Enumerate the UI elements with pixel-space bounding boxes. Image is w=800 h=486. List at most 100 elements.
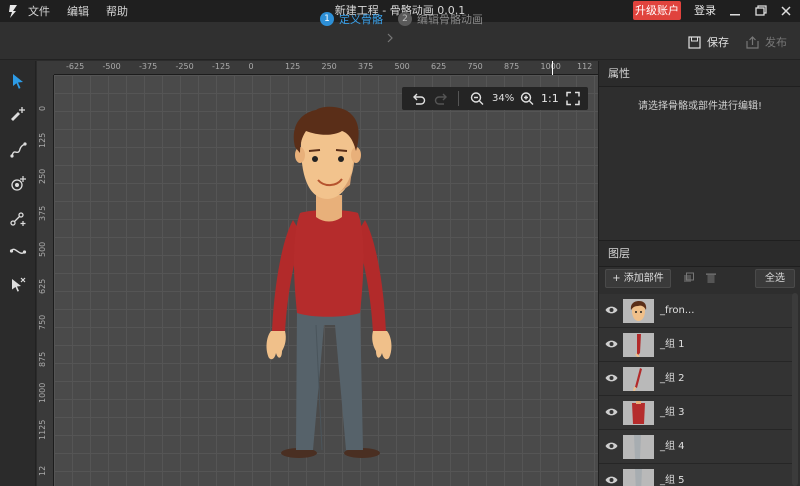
layer-row[interactable]: _组 3 (599, 396, 795, 430)
toolbar-divider (458, 91, 459, 106)
layer-thumbnail (623, 435, 654, 459)
publish-icon (746, 35, 759, 49)
layers-toolbar: + 添加部件 全选 (599, 267, 800, 292)
menu-edit[interactable]: 编辑 (67, 3, 89, 19)
properties-title: 属性 (599, 61, 800, 87)
app-logo-icon (9, 5, 17, 18)
ruler-tick-label: 750 (38, 314, 47, 330)
redo-icon[interactable] (434, 91, 449, 106)
plus-icon: + (612, 273, 624, 284)
visibility-eye-icon[interactable] (605, 305, 618, 315)
chevron-right-icon (387, 33, 393, 43)
zoom-in-icon[interactable] (520, 91, 534, 106)
visibility-eye-icon[interactable] (605, 475, 618, 485)
bind-icon[interactable] (9, 209, 27, 227)
visibility-eye-icon[interactable] (605, 373, 618, 383)
layer-thumbnail (623, 299, 654, 323)
ruler-tick-label: 112 (577, 62, 593, 71)
ruler-tick-label: 1125 (38, 419, 47, 440)
add-joint-icon[interactable] (9, 175, 27, 193)
layer-row[interactable]: _组 4 (599, 430, 795, 464)
ruler-tick-label: 250 (321, 62, 337, 71)
ruler-top: -625 -500 -375 -250 -125 0 125 250 375 500 625 750 8… (54, 61, 598, 75)
ruler-tick-label: 250 (38, 168, 47, 184)
select-all-button[interactable]: 全选 (755, 269, 795, 288)
add-bone-icon[interactable] (9, 106, 27, 124)
save-button[interactable]: 保存 (688, 34, 729, 50)
visibility-eye-icon[interactable] (605, 441, 618, 451)
zoom-out-icon[interactable] (470, 91, 484, 106)
zoom-level: 34% (492, 93, 515, 104)
ruler-tick-label: 500 (394, 62, 410, 71)
step-bar (0, 22, 800, 60)
layer-row[interactable]: _组 5 (599, 464, 795, 486)
ruler-tick-label: 0 (248, 62, 254, 71)
layer-list: _fron... _组 1 _组 2 _组 3 _组 4 _组 5 (599, 294, 795, 486)
canvas[interactable] (54, 75, 598, 486)
ruler-tick-label: 375 (358, 62, 374, 71)
add-part-button[interactable]: + 添加部件 (605, 269, 671, 288)
layer-name: _组 4 (660, 441, 685, 452)
ruler-tick-label: 625 (431, 62, 447, 71)
ruler-tick-label: 0 (38, 105, 47, 111)
layer-name: _组 2 (660, 373, 685, 384)
step-label: 定义骨骼 (339, 13, 383, 26)
properties-hint: 请选择骨骼或部件进行编辑! (637, 101, 762, 112)
layer-thumbnail (623, 367, 654, 391)
restore-icon[interactable] (754, 4, 768, 18)
save-label: 保存 (707, 36, 729, 49)
ruler-tick-label: 1000 (38, 382, 47, 403)
undo-icon[interactable] (411, 91, 426, 106)
ruler-tick-label: 1000 (540, 62, 561, 71)
layer-row[interactable]: _组 1 (599, 328, 795, 362)
tool-bar (0, 61, 36, 486)
properties-panel: 属性 请选择骨骼或部件进行编辑! (598, 61, 800, 240)
ruler-tick-label: -250 (175, 62, 194, 71)
layer-thumbnail (623, 401, 654, 425)
fit-screen-icon[interactable] (566, 91, 580, 106)
remove-select-icon[interactable] (9, 276, 27, 294)
close-icon[interactable] (779, 4, 793, 18)
layer-thumbnail (623, 333, 654, 357)
ruler-tick-label: -500 (102, 62, 121, 71)
layer-thumbnail (623, 469, 654, 486)
minimize-icon[interactable] (728, 4, 742, 18)
step-number: 1 (320, 12, 334, 26)
ruler-tick-label: 125 (38, 132, 47, 148)
publish-label: 发布 (765, 36, 787, 49)
layer-row[interactable]: _fron... (599, 294, 795, 328)
ruler-position-marker (552, 61, 553, 75)
visibility-eye-icon[interactable] (605, 407, 618, 417)
ruler-tick-label: 750 (467, 62, 483, 71)
layer-name: _组 1 (660, 339, 685, 350)
publish-button[interactable]: 发布 (746, 34, 787, 50)
login-link[interactable]: 登录 (694, 0, 716, 22)
ruler-tick-label: -375 (139, 62, 158, 71)
ruler-tick-label: 625 (38, 278, 47, 294)
zoom-toolbar: 34% 1:1 (402, 87, 588, 110)
step-edit-animation[interactable]: 2 编辑骨骼动画 (398, 11, 483, 27)
path-icon[interactable] (9, 141, 27, 159)
ruler-tick-label: 12 (38, 465, 47, 476)
step-define-bones[interactable]: 1 定义骨骼 (320, 11, 383, 27)
layer-row[interactable]: _组 2 (599, 362, 795, 396)
ruler-tick-label: 875 (38, 351, 47, 367)
curve-icon[interactable] (9, 243, 27, 261)
menu-bar: 文件 编辑 帮助 (28, 0, 128, 22)
menu-help[interactable]: 帮助 (106, 3, 128, 19)
layers-scrollbar[interactable] (792, 293, 798, 486)
visibility-eye-icon[interactable] (605, 339, 618, 349)
add-part-label: 添加部件 (623, 273, 664, 284)
character-figure[interactable] (54, 75, 598, 486)
duplicate-icon[interactable] (683, 272, 695, 284)
delete-icon[interactable] (705, 272, 717, 284)
ruler-tick-label: 375 (38, 205, 47, 221)
layer-name: _组 3 (660, 407, 685, 418)
step-number: 2 (398, 12, 412, 26)
upgrade-button[interactable]: 升级账户 (633, 1, 681, 20)
layers-title: 图层 (599, 241, 800, 267)
ruler-tick-label: 875 (504, 62, 520, 71)
menu-file[interactable]: 文件 (28, 3, 50, 19)
actual-size-button[interactable]: 1:1 (541, 87, 559, 110)
select-icon[interactable] (9, 72, 27, 90)
